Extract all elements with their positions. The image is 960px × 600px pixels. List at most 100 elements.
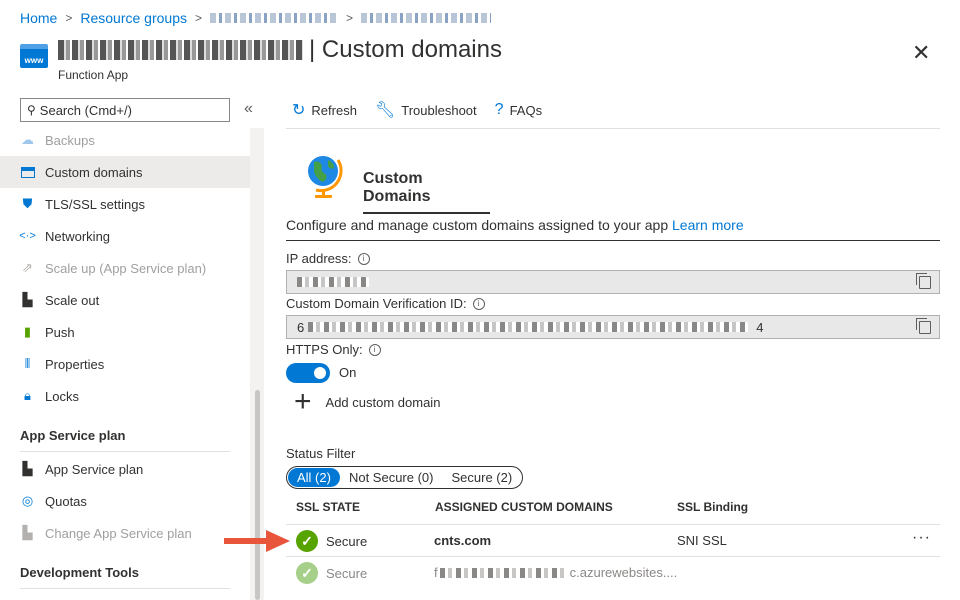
status-filter-label: Status Filter [286, 446, 356, 461]
question-icon: ? [494, 101, 504, 118]
info-icon[interactable]: i [368, 343, 381, 356]
collapse-sidebar-icon[interactable]: « [244, 100, 253, 118]
breadcrumb-app-redacted[interactable] [361, 13, 492, 23]
sidebar-item-label: Scale up (App Service plan) [45, 260, 207, 276]
sidebar-item-backups[interactable]: ☁ Backups [0, 124, 250, 156]
sidebar-item-custom-domains[interactable]: Custom domains [0, 156, 250, 188]
function-app-icon: www [20, 44, 48, 68]
shield-icon: ⛊ [22, 196, 33, 211]
verification-id-label-text: Custom Domain Verification ID: [286, 296, 467, 311]
verification-id-suffix: 4 [756, 319, 764, 335]
scale-out-icon: ▙ [22, 292, 33, 307]
sidebar-item-locks[interactable]: 🔒︎ Locks [0, 380, 250, 412]
push-icon: ▮ [23, 324, 32, 339]
description-text: Configure and manage custom domains assi… [286, 217, 669, 233]
https-only-label: HTTPS Only: i [286, 342, 381, 357]
checkmark-icon: ✓ [296, 530, 318, 552]
ip-address-redacted [297, 277, 369, 287]
faqs-button[interactable]: ? FAQs [495, 101, 542, 119]
refresh-button[interactable]: ↻ Refresh [292, 100, 357, 120]
chevron-right-icon: > [65, 11, 73, 25]
chevron-right-icon: > [346, 11, 354, 25]
ssl-state-text: Secure [326, 565, 368, 581]
info-icon[interactable]: i [357, 252, 370, 265]
app-service-plan-icon: ▙ [22, 461, 33, 476]
domain-prefix: f [434, 565, 438, 580]
sidebar-item-networking[interactable]: <·> Networking [0, 220, 250, 252]
troubleshoot-label: Troubleshoot [401, 102, 477, 118]
refresh-icon: ↻ [292, 102, 306, 119]
sidebar-item-label: Push [45, 324, 75, 340]
add-custom-domain-button[interactable]: + Add custom domain [294, 385, 441, 418]
filter-secure[interactable]: Secure (2) [443, 468, 522, 487]
copy-icon[interactable] [916, 273, 931, 289]
sidebar-item-label: Custom domains [45, 164, 143, 180]
verification-id-label: Custom Domain Verification ID: i [286, 296, 485, 311]
sidebar-item-label: Quotas [45, 493, 87, 509]
sidebar-item-label: Scale out [45, 292, 100, 308]
sidebar-item-label: Properties [45, 356, 105, 372]
search-input[interactable]: ⚲ Search (Cmd+/) [20, 98, 230, 122]
page-title-text: | Custom domains [309, 36, 502, 63]
https-only-toggle[interactable] [286, 363, 330, 383]
troubleshoot-button[interactable]: 🔧︎ Troubleshoot [375, 100, 477, 120]
sidebar-item-label: Backups [45, 132, 95, 148]
sidebar-item-label: TLS/SSL settings [45, 196, 145, 212]
filter-not-secure[interactable]: Not Secure (0) [340, 468, 443, 487]
toolbar-divider [286, 128, 940, 129]
ssl-state-cell: ✓ Secure [296, 530, 367, 552]
https-only-label-text: HTTPS Only: [286, 342, 363, 357]
breadcrumb: Home > Resource groups > > [20, 10, 492, 26]
sidebar-item-label: Locks [45, 388, 79, 404]
sidebar-scrollbar-thumb[interactable] [255, 390, 260, 600]
learn-more-link[interactable]: Learn more [672, 217, 744, 233]
sidebar-item-scale-up[interactable]: ⇗ Scale up (App Service plan) [0, 252, 250, 284]
command-bar: ↻ Refresh 🔧︎ Troubleshoot ? FAQs [292, 100, 542, 120]
close-icon[interactable]: ✕ [912, 40, 930, 66]
sidebar-item-app-service-plan[interactable]: ▙ App Service plan [0, 453, 250, 485]
refresh-label: Refresh [311, 102, 357, 118]
copy-icon[interactable] [916, 318, 931, 334]
section-development-tools: Development Tools [20, 565, 230, 589]
sidebar-item-quotas[interactable]: ◎ Quotas [0, 485, 250, 517]
sidebar-item-properties[interactable]: ⦀ Properties [0, 348, 250, 380]
sidebar-item-label: App Service plan [45, 461, 144, 477]
status-filter: All (2) Not Secure (0) Secure (2) [286, 466, 524, 489]
scale-up-icon: ⇗ [22, 260, 33, 275]
plus-icon: + [294, 385, 312, 418]
breadcrumb-home[interactable]: Home [20, 10, 57, 26]
breadcrumb-resource-group-redacted[interactable] [210, 13, 339, 23]
sidebar-item-scale-out[interactable]: ▙ Scale out [0, 284, 250, 316]
app-name-redacted [58, 40, 303, 60]
properties-icon: ⦀ [24, 356, 31, 371]
breadcrumb-resource-groups[interactable]: Resource groups [80, 10, 187, 26]
ssl-binding-cell: SNI SSL [677, 533, 727, 548]
ip-address-field[interactable] [286, 270, 940, 294]
add-custom-domain-label: Add custom domain [325, 394, 441, 410]
annotation-arrow-icon [224, 530, 290, 552]
table-row[interactable]: ✓ Secure cnts.com SNI SSL ··· [286, 524, 940, 556]
domain-cell[interactable]: f c.azurewebsites.... [434, 565, 677, 580]
quotas-icon: ◎ [21, 493, 34, 508]
info-icon[interactable]: i [472, 297, 485, 310]
verification-id-prefix: 6 [297, 319, 305, 335]
more-options-icon[interactable]: ··· [912, 529, 931, 547]
section-app-service-plan: App Service plan [20, 428, 230, 452]
sidebar-item-change-plan[interactable]: ▙ Change App Service plan [0, 517, 250, 549]
domain-cell[interactable]: cnts.com [434, 533, 491, 548]
sidebar-item-tls-ssl[interactable]: ⛊ TLS/SSL settings [0, 188, 250, 220]
filter-all[interactable]: All (2) [288, 468, 340, 487]
sidebar-item-push[interactable]: ▮ Push [0, 316, 250, 348]
domain-redacted [439, 567, 568, 578]
verification-id-redacted [308, 322, 749, 332]
ip-address-label-text: IP address: [286, 251, 352, 266]
table-row[interactable]: ✓ Secure f c.azurewebsites.... [286, 556, 940, 588]
page-subtitle: Function App [58, 68, 129, 82]
cloud-icon: ☁ [21, 132, 34, 147]
network-icon: <·> [19, 230, 36, 242]
domain-suffix: c.azurewebsites.... [569, 565, 678, 580]
custom-domains-heading: Custom Domains [363, 170, 490, 214]
description-divider [286, 240, 940, 241]
verification-id-field[interactable]: 6 4 [286, 315, 940, 339]
search-placeholder: Search (Cmd+/) [39, 102, 132, 118]
